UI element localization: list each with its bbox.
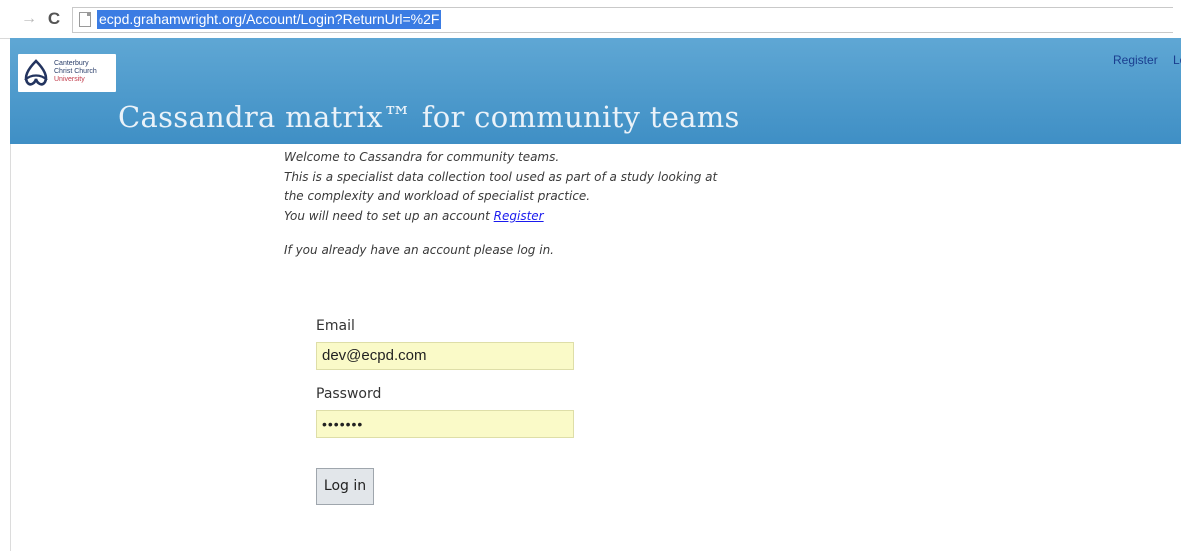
page-border [10, 144, 11, 551]
intro-register-link[interactable]: Register [494, 209, 544, 223]
intro-line: This is a specialist data collection too… [284, 169, 718, 184]
page-title: Cassandra matrix™ for community teams [118, 100, 740, 134]
logo-text-line: University [54, 76, 85, 83]
password-field[interactable]: ••••••• [316, 410, 574, 438]
email-label: Email [316, 318, 355, 334]
back-arrow-icon[interactable]: → [20, 9, 38, 29]
browser-toolbar: → C ecpd.grahamwright.org/Account/Login?… [0, 0, 1181, 39]
header-register-link[interactable]: Register [1113, 53, 1158, 67]
intro-text: Welcome to Cassandra for community teams… [284, 148, 784, 261]
address-bar[interactable]: ecpd.grahamwright.org/Account/Login?Retu… [72, 7, 1173, 33]
login-button[interactable]: Log in [316, 468, 374, 505]
intro-line: You will need to set up an account Regis… [284, 207, 784, 227]
logo-knot-icon [24, 59, 48, 86]
logo-text-line: Canterbury [54, 60, 89, 67]
url-text[interactable]: ecpd.grahamwright.org/Account/Login?Retu… [97, 10, 442, 29]
logo-text-line: Christ Church [54, 68, 97, 75]
intro-line: the complexity and workload of specialis… [284, 189, 591, 204]
intro-line: Welcome to Cassandra for community teams… [284, 150, 560, 164]
university-logo[interactable]: Canterbury Christ Church University [18, 54, 116, 92]
page-icon [79, 12, 91, 27]
email-field[interactable]: dev@ecpd.com [316, 342, 574, 370]
header-login-link[interactable]: Log in [1173, 53, 1181, 67]
reload-icon[interactable]: C [44, 8, 64, 30]
intro-line: If you already have an account please lo… [284, 243, 554, 258]
password-label: Password [316, 386, 382, 402]
site-header: Canterbury Christ Church University Regi… [10, 38, 1181, 144]
intro-line-prefix: You will need to set up an account [284, 208, 494, 223]
